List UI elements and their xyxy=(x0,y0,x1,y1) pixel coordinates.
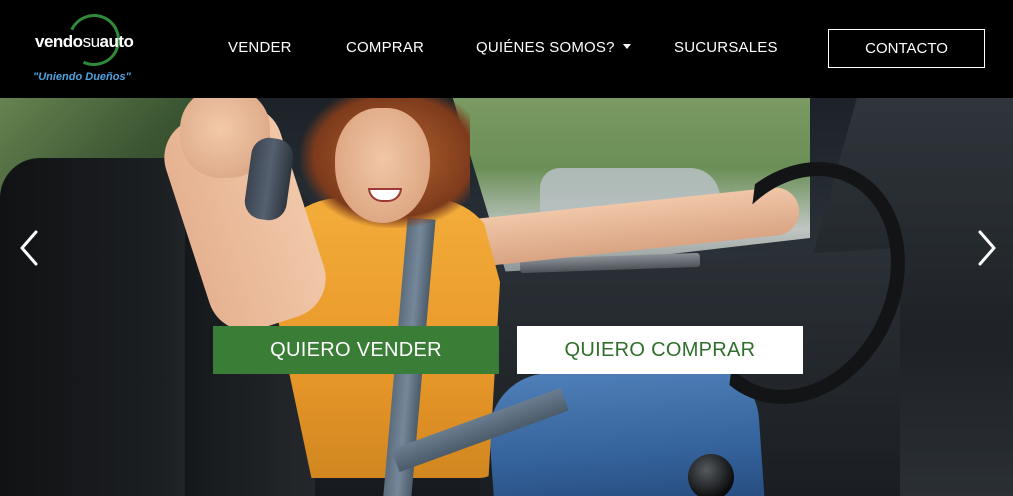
slider-prev-button[interactable] xyxy=(14,228,44,268)
logo-wordmark: vendosuauto xyxy=(35,32,134,52)
hero-slider: QUIERO VENDER QUIERO COMPRAR xyxy=(0,98,1013,496)
chevron-right-icon xyxy=(978,230,996,266)
caret-down-icon xyxy=(622,43,631,49)
nav-item-vender[interactable]: VENDER xyxy=(228,39,292,56)
slider-next-button[interactable] xyxy=(972,228,1002,268)
logo-tagline: "Uniendo Dueños" xyxy=(33,71,131,83)
nav-item-sucursales[interactable]: SUCURSALES xyxy=(674,39,778,56)
nav-item-quienes-somos[interactable]: QUIÉNES SOMOS? xyxy=(476,39,631,56)
logo-word-auto: auto xyxy=(99,32,134,51)
quiero-vender-button[interactable]: QUIERO VENDER xyxy=(213,326,499,374)
chevron-left-icon xyxy=(20,230,38,266)
hero-photo-face xyxy=(335,108,430,223)
logo-word-vendo: vendo xyxy=(35,32,83,51)
nav-item-quienes-somos-label: QUIÉNES SOMOS? xyxy=(476,39,615,56)
gear-shift-icon xyxy=(688,454,734,496)
quiero-comprar-button[interactable]: QUIERO COMPRAR xyxy=(517,326,803,374)
logo-word-su: su xyxy=(82,32,100,51)
nav-item-comprar[interactable]: COMPRAR xyxy=(346,39,424,56)
contact-button[interactable]: CONTACTO xyxy=(828,29,985,68)
site-header: vendosuauto "Uniendo Dueños" VENDER COMP… xyxy=(0,0,1013,98)
logo[interactable]: vendosuauto "Uniendo Dueños" xyxy=(30,6,140,86)
